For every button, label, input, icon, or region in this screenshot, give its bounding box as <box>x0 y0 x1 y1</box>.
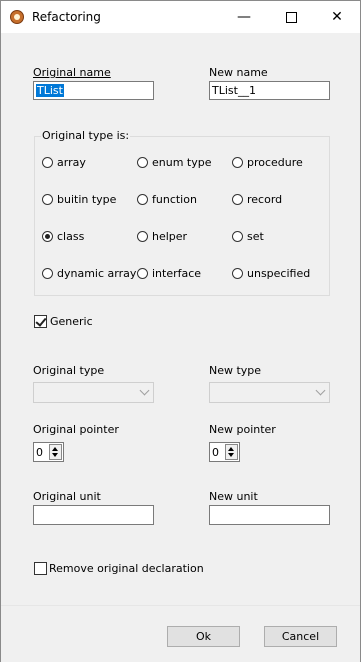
original-unit-input[interactable] <box>33 505 154 525</box>
arrow-up-icon[interactable] <box>228 447 234 451</box>
radio-label: buitin type <box>57 193 117 206</box>
radio-label: class <box>57 230 85 243</box>
new-unit-label: New unit <box>209 490 258 503</box>
remove-declaration-label: Remove original declaration <box>49 562 204 575</box>
new-unit-input[interactable] <box>209 505 330 525</box>
original-pointer-spinner[interactable]: 0 <box>33 442 64 462</box>
maximize-icon <box>285 11 297 23</box>
maximize-button[interactable] <box>268 1 314 33</box>
radio-button-icon[interactable] <box>137 194 148 205</box>
original-name-value: TList <box>36 84 64 97</box>
radio-label: helper <box>152 230 188 243</box>
arrow-down-icon[interactable] <box>228 453 234 457</box>
spin-buttons[interactable] <box>225 444 238 460</box>
spin-buttons[interactable] <box>49 444 62 460</box>
new-type-label: New type <box>209 364 262 377</box>
new-type-combo[interactable] <box>209 382 330 403</box>
radio-label: enum type <box>152 156 212 169</box>
refactoring-dialog: Refactoring — ✕ Original name TList New … <box>0 0 361 662</box>
original-name-input[interactable]: TList <box>33 81 154 100</box>
arrow-down-icon[interactable] <box>52 453 58 457</box>
new-name-input[interactable]: TList__1 <box>209 81 330 100</box>
original-type-label: Original type <box>33 364 105 377</box>
minimize-button[interactable]: — <box>221 1 267 33</box>
radio-button-icon[interactable] <box>42 231 53 242</box>
title-bar: Refactoring — ✕ <box>1 1 360 33</box>
radio-label: interface <box>152 267 202 280</box>
radio-label: set <box>247 230 264 243</box>
radio-button-icon[interactable] <box>42 194 53 205</box>
ok-button[interactable]: Ok <box>167 626 240 647</box>
generic-label: Generic <box>50 315 93 328</box>
radio-button-icon[interactable] <box>232 157 243 168</box>
original-pointer-label: Original pointer <box>33 423 119 436</box>
cancel-button[interactable]: Cancel <box>264 626 337 647</box>
radio-button-icon[interactable] <box>232 194 243 205</box>
window-title: Refactoring <box>32 10 101 24</box>
radio-label: function <box>152 193 197 206</box>
original-name-label-text: Original name <box>33 66 111 79</box>
close-button[interactable]: ✕ <box>314 1 360 33</box>
new-pointer-value: 0 <box>212 446 219 459</box>
radio-button-icon[interactable] <box>232 268 243 279</box>
remove-declaration-checkbox[interactable] <box>34 562 47 575</box>
new-name-label: New name <box>209 66 268 79</box>
chevron-down-icon <box>139 385 150 396</box>
radio-button-icon[interactable] <box>42 157 53 168</box>
original-type-combo[interactable] <box>33 382 154 403</box>
radio-button-icon[interactable] <box>137 268 148 279</box>
new-pointer-spinner[interactable]: 0 <box>209 442 240 462</box>
radio-label: array <box>57 156 86 169</box>
radio-label: dynamic array <box>57 267 137 280</box>
chevron-down-icon <box>315 385 326 396</box>
original-type-group-title: Original type is: <box>41 129 131 142</box>
radio-button-icon[interactable] <box>137 231 148 242</box>
radio-button-icon[interactable] <box>232 231 243 242</box>
radio-label: unspecified <box>247 267 311 280</box>
radio-label: record <box>247 193 283 206</box>
radio-button-icon[interactable] <box>42 268 53 279</box>
original-pointer-value: 0 <box>36 446 43 459</box>
app-icon <box>10 10 24 24</box>
radio-label: procedure <box>247 156 303 169</box>
original-name-label: Original name <box>33 66 111 79</box>
generic-checkbox[interactable] <box>34 315 47 328</box>
arrow-up-icon[interactable] <box>52 447 58 451</box>
new-pointer-label: New pointer <box>209 423 276 436</box>
button-bar: Ok Cancel <box>1 605 360 662</box>
check-icon <box>35 315 47 327</box>
original-unit-label: Original unit <box>33 490 101 503</box>
radio-button-icon[interactable] <box>137 157 148 168</box>
